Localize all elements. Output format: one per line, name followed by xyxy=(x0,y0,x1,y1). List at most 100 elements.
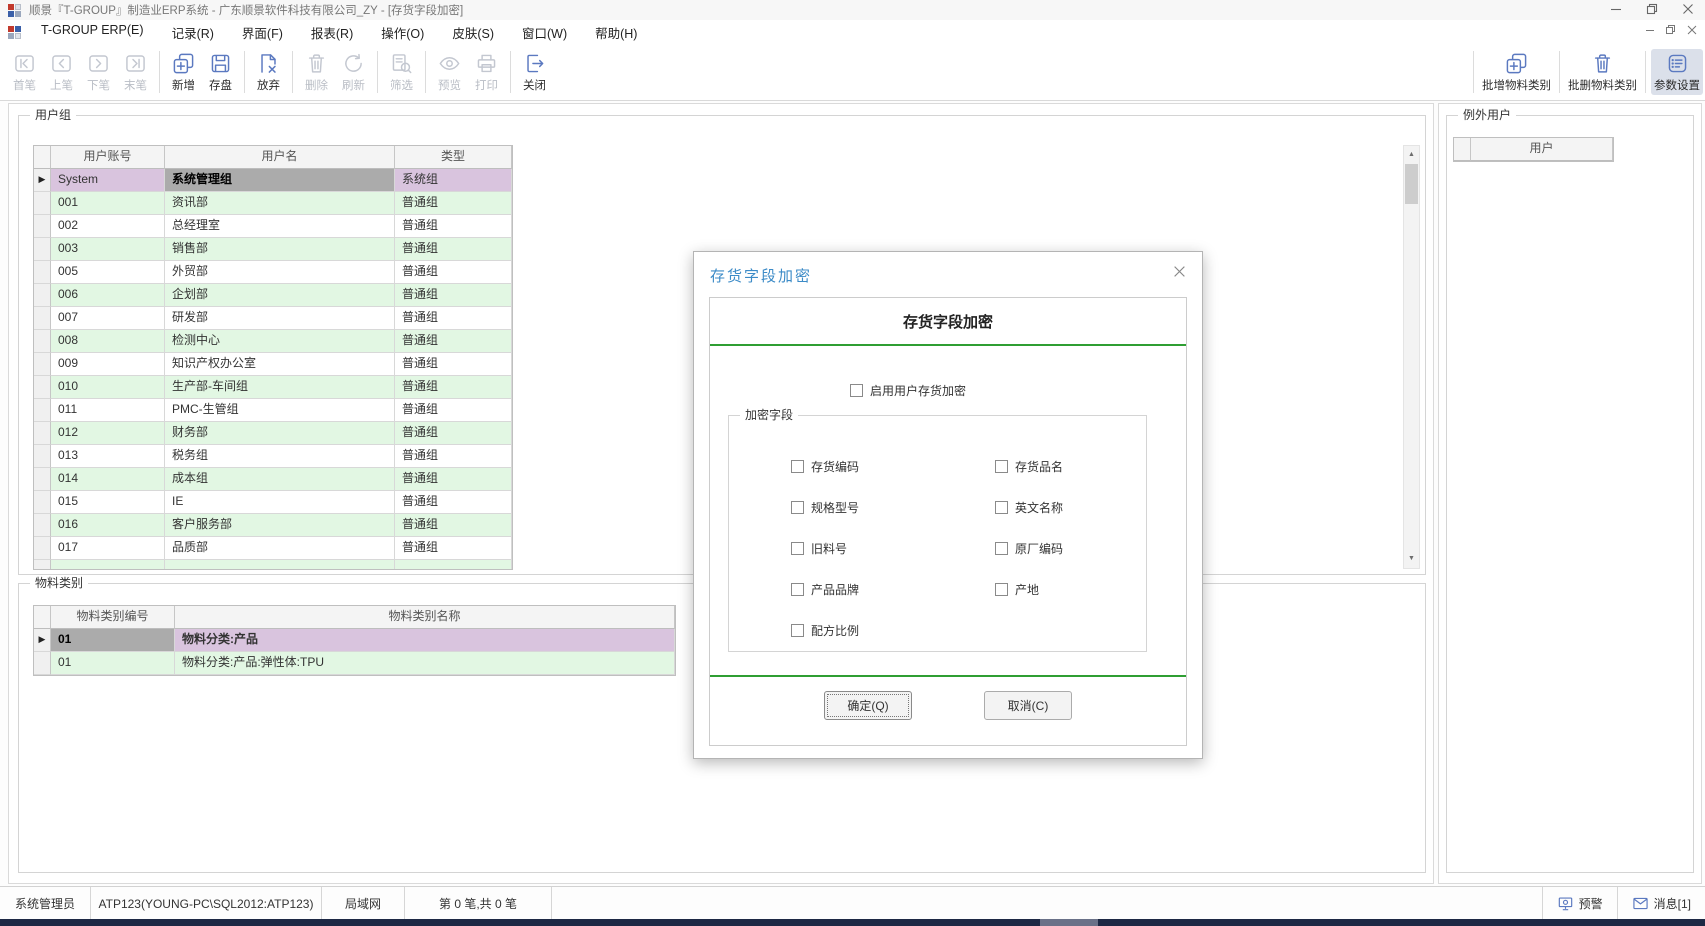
menu-item[interactable]: 皮肤(S) xyxy=(438,20,508,45)
field-checkbox[interactable]: 旧料号 xyxy=(791,540,995,557)
cell[interactable]: 知识产权办公室 xyxy=(165,353,395,376)
cell[interactable]: 普通组 xyxy=(395,399,512,422)
cell[interactable]: 外贸部 xyxy=(165,261,395,284)
checkbox-icon[interactable] xyxy=(791,624,804,637)
dialog-titlebar[interactable]: 存货字段加密 xyxy=(694,252,1202,297)
row-header[interactable] xyxy=(34,445,51,468)
row-header[interactable] xyxy=(34,652,51,675)
cell[interactable]: 物料分类:产品 xyxy=(175,629,675,652)
checkbox-icon[interactable] xyxy=(995,460,1008,473)
cell[interactable]: 系统组 xyxy=(395,169,512,192)
cell[interactable]: IE xyxy=(165,491,395,514)
cell[interactable]: 普通组 xyxy=(395,422,512,445)
cell[interactable] xyxy=(51,560,165,569)
menu-item[interactable]: 帮助(H) xyxy=(581,20,651,45)
scrollbar-thumb[interactable] xyxy=(1405,164,1418,204)
menu-item[interactable]: T-GROUP ERP(E) xyxy=(27,20,158,45)
menu-item[interactable]: 记录(R) xyxy=(158,20,228,45)
checkbox-icon[interactable] xyxy=(850,384,863,397)
row-header[interactable]: ▶ xyxy=(34,629,51,652)
cell[interactable]: 生产部-车间组 xyxy=(165,376,395,399)
cell[interactable]: 011 xyxy=(51,399,165,422)
enable-encryption-checkbox[interactable]: 启用用户存货加密 xyxy=(850,382,966,399)
vertical-scrollbar[interactable]: ▲ ▼ xyxy=(1403,145,1420,569)
cell[interactable]: 普通组 xyxy=(395,514,512,537)
cell[interactable]: 普通组 xyxy=(395,445,512,468)
minimize-button[interactable] xyxy=(1609,2,1623,16)
cell[interactable]: 销售部 xyxy=(165,238,395,261)
checkbox-icon[interactable] xyxy=(791,460,804,473)
row-header[interactable] xyxy=(34,468,51,491)
column-header[interactable]: 类型 xyxy=(395,146,512,169)
cell[interactable]: 财务部 xyxy=(165,422,395,445)
cell[interactable]: 01 xyxy=(51,629,175,652)
cell[interactable]: 企划部 xyxy=(165,284,395,307)
cell[interactable] xyxy=(395,560,512,569)
cell[interactable]: 普通组 xyxy=(395,537,512,560)
menu-item[interactable]: 操作(O) xyxy=(367,20,438,45)
cell[interactable]: 010 xyxy=(51,376,165,399)
cell[interactable]: 成本组 xyxy=(165,468,395,491)
cell[interactable]: PMC-生管组 xyxy=(165,399,395,422)
cell[interactable]: 普通组 xyxy=(395,307,512,330)
cell[interactable] xyxy=(165,560,395,569)
cell[interactable]: System xyxy=(51,169,165,192)
cell[interactable]: 税务组 xyxy=(165,445,395,468)
checkbox-icon[interactable] xyxy=(995,583,1008,596)
cell[interactable]: 普通组 xyxy=(395,376,512,399)
cell[interactable]: 普通组 xyxy=(395,353,512,376)
cell[interactable]: 017 xyxy=(51,537,165,560)
menu-item[interactable]: 窗口(W) xyxy=(508,20,581,45)
cell[interactable]: 014 xyxy=(51,468,165,491)
child-restore-button[interactable] xyxy=(1665,24,1676,35)
row-header[interactable] xyxy=(34,192,51,215)
child-minimize-button[interactable] xyxy=(1644,24,1655,35)
cell[interactable]: 系统管理组 xyxy=(165,169,395,192)
checkbox-icon[interactable] xyxy=(995,501,1008,514)
restore-button[interactable] xyxy=(1645,2,1659,16)
field-checkbox[interactable]: 产地 xyxy=(995,581,1146,598)
cell[interactable]: 007 xyxy=(51,307,165,330)
toolbar-button[interactable]: 关闭 xyxy=(516,49,553,95)
toolbar-button[interactable]: 批增物料类别 xyxy=(1479,49,1554,95)
cell[interactable]: 普通组 xyxy=(395,238,512,261)
cell[interactable]: 013 xyxy=(51,445,165,468)
toolbar-button[interactable]: 存盘 xyxy=(202,49,239,95)
cell[interactable]: 001 xyxy=(51,192,165,215)
menu-item[interactable]: 报表(R) xyxy=(297,20,367,45)
cell[interactable]: 003 xyxy=(51,238,165,261)
cancel-button[interactable]: 取消(C) xyxy=(984,691,1072,720)
cell[interactable]: 品质部 xyxy=(165,537,395,560)
ok-button[interactable]: 确定(Q) xyxy=(824,691,912,720)
row-header[interactable] xyxy=(34,537,51,560)
field-checkbox[interactable]: 产品品牌 xyxy=(791,581,995,598)
cell[interactable]: 普通组 xyxy=(395,468,512,491)
toolbar-button[interactable]: 参数设置 xyxy=(1651,49,1703,95)
cell[interactable]: 检测中心 xyxy=(165,330,395,353)
child-close-button[interactable] xyxy=(1686,24,1697,35)
cell[interactable]: 01 xyxy=(51,652,175,675)
cell[interactable]: 002 xyxy=(51,215,165,238)
cell[interactable]: 物料分类:产品:弹性体:TPU xyxy=(175,652,675,675)
field-checkbox[interactable]: 英文名称 xyxy=(995,499,1146,516)
row-header[interactable] xyxy=(34,399,51,422)
dialog-close-button[interactable] xyxy=(1173,265,1186,283)
field-checkbox[interactable]: 规格型号 xyxy=(791,499,995,516)
menu-item[interactable]: 界面(F) xyxy=(228,20,297,45)
cell[interactable]: 普通组 xyxy=(395,491,512,514)
row-header[interactable] xyxy=(34,330,51,353)
taskbar-item[interactable] xyxy=(1040,919,1098,926)
alert-button[interactable]: 预警 xyxy=(1542,887,1617,920)
toolbar-button[interactable]: 放弃 xyxy=(250,49,287,95)
cell[interactable]: 015 xyxy=(51,491,165,514)
cell[interactable]: 016 xyxy=(51,514,165,537)
toolbar-button[interactable]: 新增 xyxy=(165,49,202,95)
cell[interactable]: 012 xyxy=(51,422,165,445)
row-header[interactable] xyxy=(34,307,51,330)
column-header[interactable]: 用户名 xyxy=(165,146,395,169)
field-checkbox[interactable]: 原厂编码 xyxy=(995,540,1146,557)
row-header[interactable] xyxy=(34,514,51,537)
cell[interactable]: 006 xyxy=(51,284,165,307)
field-checkbox[interactable]: 存货编码 xyxy=(791,458,995,475)
row-header[interactable] xyxy=(34,261,51,284)
